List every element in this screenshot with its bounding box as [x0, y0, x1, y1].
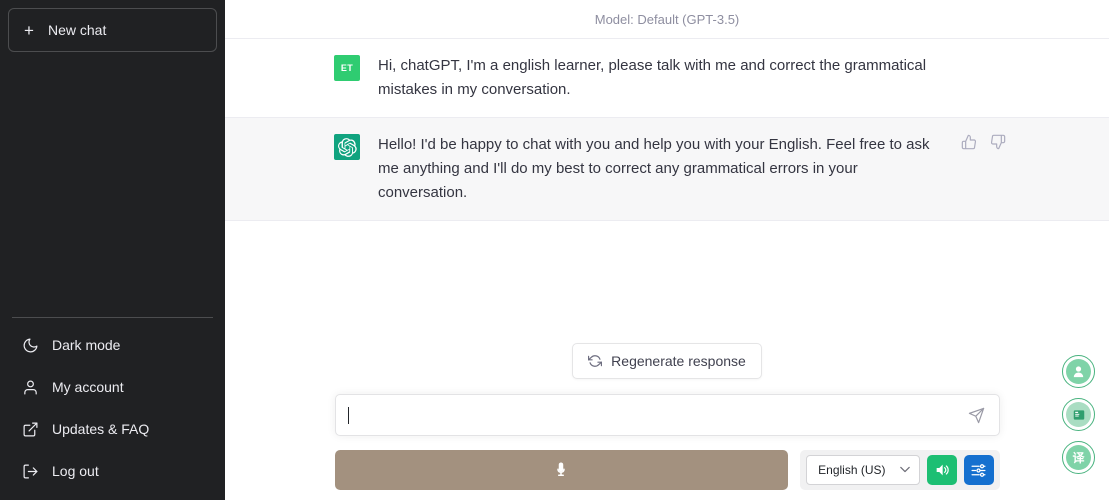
refresh-icon	[588, 355, 603, 367]
speaker-icon	[936, 464, 949, 476]
person-icon	[1066, 359, 1091, 384]
sidebar-item-log-out[interactable]: Log out	[8, 450, 217, 492]
language-value: English (US)	[818, 463, 886, 477]
avatar	[334, 134, 360, 160]
external-link-icon	[23, 422, 38, 436]
thumbs-up-icon[interactable]	[961, 134, 977, 150]
sidebar-item-my-account[interactable]: My account	[8, 366, 217, 408]
openai-logo-icon	[337, 137, 357, 157]
sidebar-divider	[12, 317, 213, 318]
model-label: Model: Default (GPT-3.5)	[594, 11, 740, 27]
settings-button[interactable]	[963, 455, 994, 485]
translate-widget-button[interactable]	[1062, 398, 1095, 431]
sidebar-item-label: Updates & FAQ	[52, 421, 150, 437]
message-feedback-controls	[961, 134, 1006, 150]
regenerate-row: Regenerate response	[225, 343, 1109, 379]
chevron-down-icon	[899, 465, 910, 475]
microphone-icon	[557, 462, 566, 476]
sidebar-item-dark-mode[interactable]: Dark mode	[8, 324, 217, 366]
new-chat-button[interactable]: + New chat	[8, 8, 217, 52]
message-text: Hi, chatGPT, I'm a english learner, plea…	[378, 57, 927, 98]
composer-area: Regenerate response English (US)	[225, 343, 1109, 500]
speaker-button[interactable]	[926, 455, 957, 485]
chatgpt-app-window: + New chat Dark mode My account Updates …	[0, 0, 1109, 500]
sliders-icon	[971, 463, 986, 477]
message-input[interactable]	[348, 407, 968, 423]
floating-widget-stack: 译	[1062, 355, 1095, 474]
moon-icon	[23, 338, 38, 352]
sidebar-item-label: Dark mode	[52, 337, 121, 353]
avatar-widget-button[interactable]	[1062, 355, 1095, 388]
voice-tool-group: English (US)	[800, 450, 1000, 490]
conversation-thread: ET Hi, chatGPT, I'm a english learner, p…	[225, 39, 1109, 221]
regenerate-response-button[interactable]: Regenerate response	[572, 343, 762, 379]
language-select[interactable]: English (US)	[806, 455, 920, 485]
sidebar-conversation-list	[8, 52, 217, 317]
plus-icon: +	[24, 20, 34, 40]
main-panel: Model: Default (GPT-3.5) ET Hi, chatGPT,…	[225, 0, 1109, 500]
translate-icon: 译	[1066, 445, 1091, 470]
voice-toolbar: English (US)	[334, 450, 1000, 500]
sidebar-item-label: Log out	[52, 463, 99, 479]
book-icon	[1066, 402, 1091, 427]
send-icon[interactable]	[968, 407, 985, 424]
message-row-assistant: Hello! I'd be happy to chat with you and…	[225, 117, 1109, 221]
message-row-user: ET Hi, chatGPT, I'm a english learner, p…	[225, 39, 1109, 117]
sidebar-item-label: My account	[52, 379, 124, 395]
avatar-initials: ET	[340, 63, 354, 73]
logout-icon	[23, 464, 38, 478]
regenerate-label: Regenerate response	[611, 353, 746, 369]
message-text: Hello! I'd be happy to chat with you and…	[378, 136, 930, 201]
user-icon	[24, 380, 37, 394]
microphone-button[interactable]	[334, 450, 789, 490]
model-indicator: Model: Default (GPT-3.5)	[225, 0, 1109, 39]
translate-cn-widget-button[interactable]: 译	[1062, 441, 1095, 474]
new-chat-label: New chat	[48, 22, 107, 38]
sidebar: + New chat Dark mode My account Updates …	[0, 0, 225, 500]
thumbs-down-icon[interactable]	[990, 134, 1006, 150]
message-input-container[interactable]	[334, 394, 1000, 436]
avatar: ET	[334, 55, 360, 81]
sidebar-item-updates-faq[interactable]: Updates & FAQ	[8, 408, 217, 450]
